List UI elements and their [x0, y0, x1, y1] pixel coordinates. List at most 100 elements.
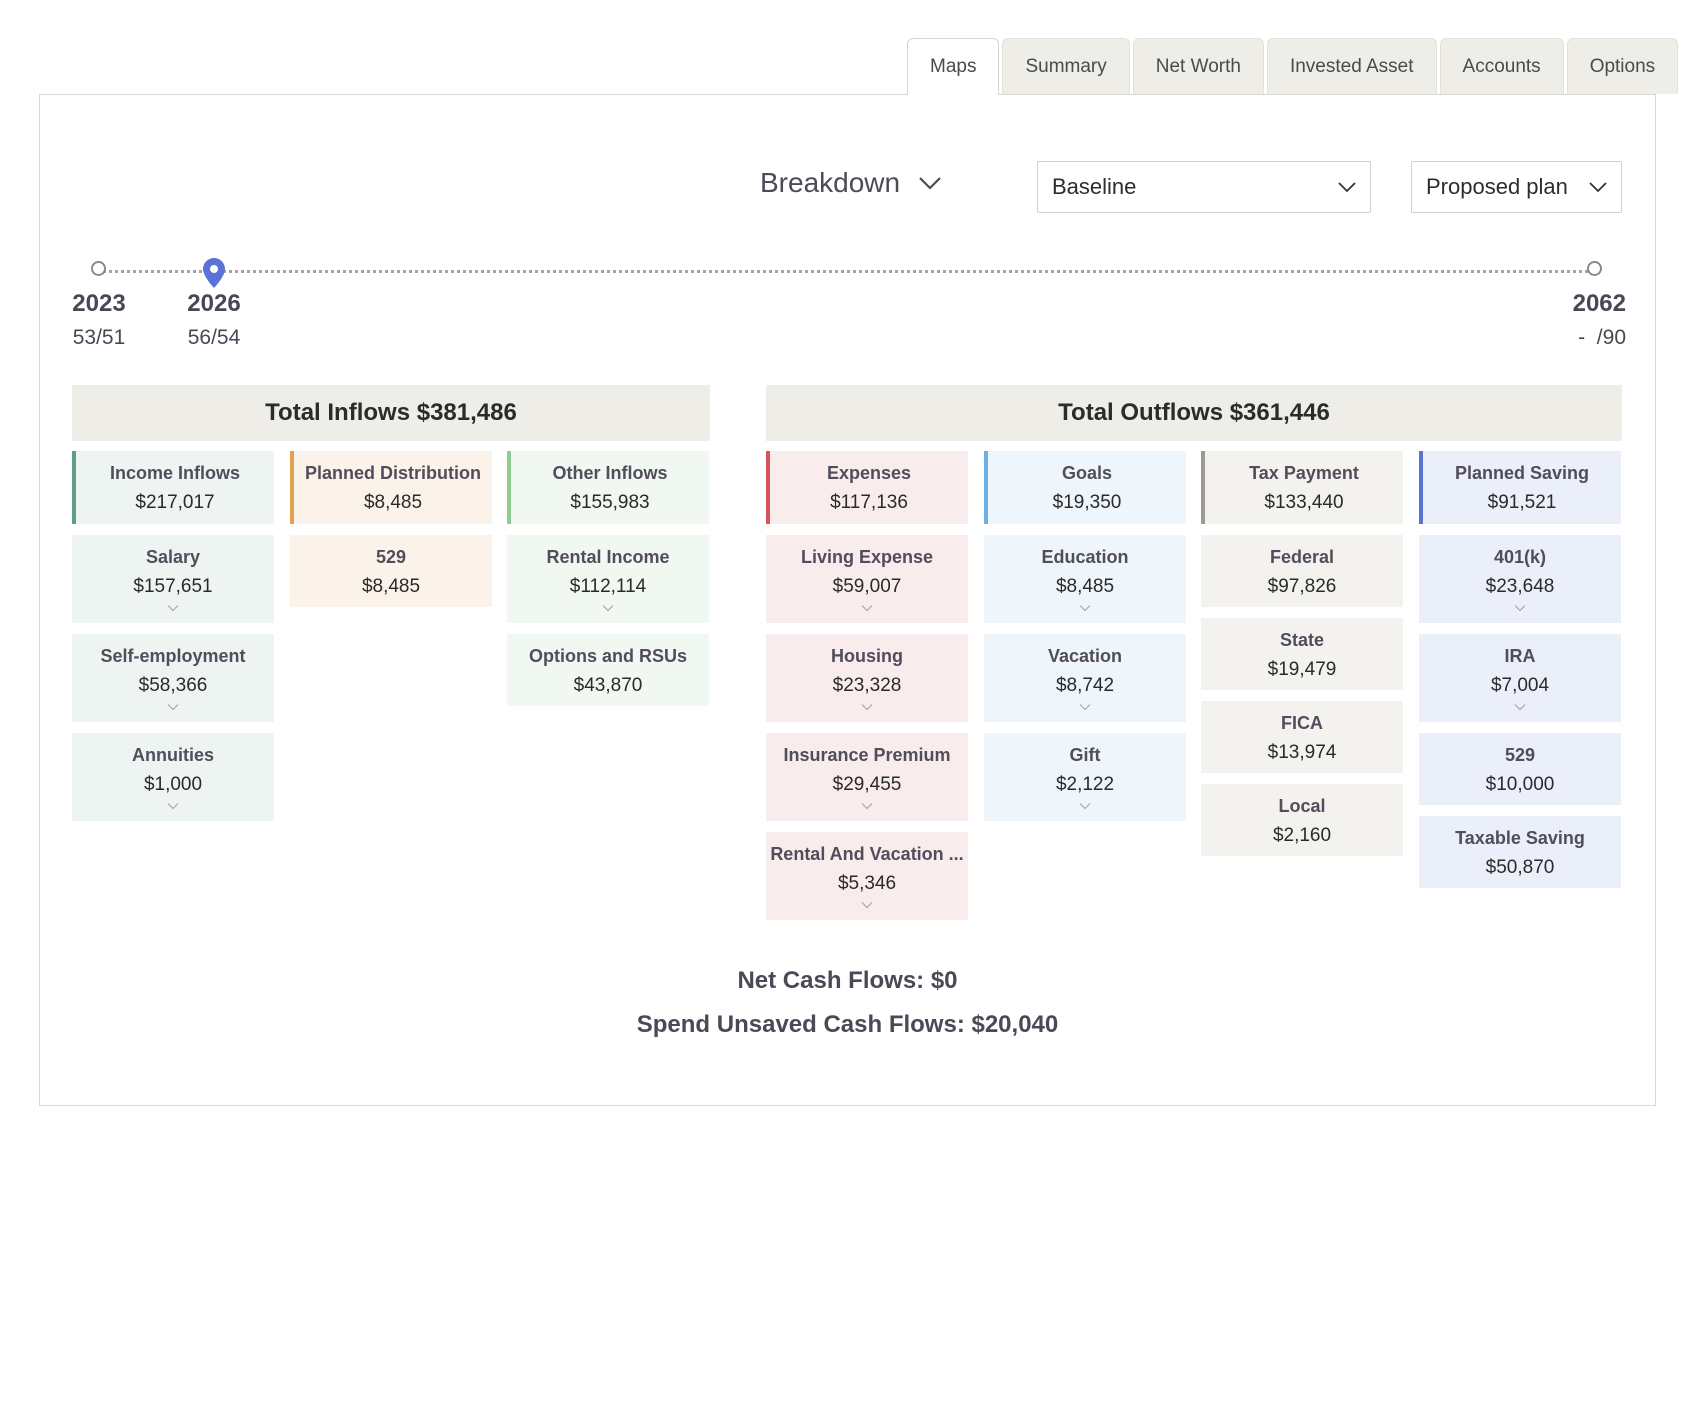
goals-column: Goals $19,350 Education $8,485 Vacation $8,74… — [984, 451, 1186, 821]
expand-chevron-icon[interactable] — [861, 901, 873, 909]
item-card-529[interactable]: 529 $8,485 — [290, 535, 492, 607]
expand-chevron-icon[interactable] — [167, 802, 179, 810]
breakdown-toggle[interactable]: Breakdown — [760, 167, 942, 199]
card-value: $43,870 — [573, 675, 643, 696]
item-card-ira[interactable]: IRA $7,004 — [1419, 634, 1621, 722]
card-value: $59,007 — [832, 576, 902, 597]
total-inflows-header: Total Inflows $381,486 — [72, 385, 710, 441]
card-label: Vacation — [1047, 646, 1123, 666]
item-card-taxable-saving[interactable]: Taxable Saving $50,870 — [1419, 816, 1621, 888]
tab-maps[interactable]: Maps — [907, 38, 1000, 95]
expand-chevron-icon[interactable] — [861, 604, 873, 612]
card-value: $19,479 — [1267, 659, 1337, 680]
card-label: Rental Income — [546, 547, 670, 567]
card-label: IRA — [1504, 646, 1536, 666]
card-value: $157,651 — [133, 576, 213, 597]
expand-chevron-icon[interactable] — [1079, 604, 1091, 612]
card-label: Gift — [1069, 745, 1101, 765]
item-card-salary[interactable]: Salary $157,651 — [72, 535, 274, 623]
item-card-state[interactable]: State $19,479 — [1201, 618, 1403, 690]
tab-options[interactable]: Options — [1566, 38, 1679, 94]
expand-chevron-icon[interactable] — [1514, 703, 1526, 711]
card-label: Expenses — [826, 463, 912, 483]
card-value: $1,000 — [143, 774, 203, 795]
expand-chevron-icon[interactable] — [861, 802, 873, 810]
item-card-gift[interactable]: Gift $2,122 — [984, 733, 1186, 821]
expand-chevron-icon[interactable] — [167, 703, 179, 711]
item-card-401-k[interactable]: 401(k) $23,648 — [1419, 535, 1621, 623]
card-value: $58,366 — [138, 675, 208, 696]
category-card-expenses[interactable]: Expenses $117,136 — [766, 451, 968, 524]
item-card-fica[interactable]: FICA $13,974 — [1201, 701, 1403, 773]
expand-chevron-icon[interactable] — [861, 703, 873, 711]
tab-net-worth[interactable]: Net Worth — [1132, 38, 1264, 94]
category-card-tax-payment[interactable]: Tax Payment $133,440 — [1201, 451, 1403, 524]
category-card-goals[interactable]: Goals $19,350 — [984, 451, 1186, 524]
card-label: Options and RSUs — [528, 646, 687, 666]
expand-chevron-icon[interactable] — [1079, 802, 1091, 810]
timeline-start-label: 2023 53/51 — [62, 290, 136, 350]
expenses-column: Expenses $117,136 Living Expense $59,007 Hou… — [766, 451, 968, 920]
card-label: 529 — [1504, 745, 1536, 765]
expand-chevron-icon[interactable] — [1079, 703, 1091, 711]
item-card-vacation[interactable]: Vacation $8,742 — [984, 634, 1186, 722]
card-label: Federal — [1269, 547, 1335, 567]
tab-accounts[interactable]: Accounts — [1439, 38, 1564, 94]
card-value: $2,122 — [1055, 774, 1115, 795]
item-card-self-employment[interactable]: Self-employment $58,366 — [72, 634, 274, 722]
item-card-529[interactable]: 529 $10,000 — [1419, 733, 1621, 805]
location-pin-icon[interactable] — [202, 257, 226, 289]
card-value: $133,440 — [1264, 492, 1344, 513]
card-label: Salary — [145, 547, 201, 567]
item-card-federal[interactable]: Federal $97,826 — [1201, 535, 1403, 607]
item-card-education[interactable]: Education $8,485 — [984, 535, 1186, 623]
tax-payment-column: Tax Payment $133,440 Federal $97,826 State $1… — [1201, 451, 1403, 856]
card-label: Tax Payment — [1249, 463, 1359, 483]
tab-summary[interactable]: Summary — [1002, 38, 1130, 94]
chevron-down-icon — [919, 177, 941, 190]
category-card-other-inflows[interactable]: Other Inflows $155,983 — [507, 451, 709, 524]
total-outflows-header: Total Outflows $361,446 — [766, 385, 1622, 441]
item-card-rental-and-vacation[interactable]: Rental And Vacation ... $5,346 — [766, 832, 968, 920]
timeline-end-dot[interactable] — [1587, 261, 1602, 276]
item-card-living-expense[interactable]: Living Expense $59,007 — [766, 535, 968, 623]
card-value: $117,136 — [830, 492, 908, 513]
card-value: $23,648 — [1485, 576, 1555, 597]
card-label: Other Inflows — [552, 463, 668, 483]
timeline-end-ages: - /90 — [1578, 326, 1626, 349]
item-card-annuities[interactable]: Annuities $1,000 — [72, 733, 274, 821]
category-card-planned-saving[interactable]: Planned Saving $91,521 — [1419, 451, 1621, 524]
timeline-track[interactable] — [98, 270, 1594, 273]
card-label: Income Inflows — [109, 463, 241, 483]
item-card-housing[interactable]: Housing $23,328 — [766, 634, 968, 722]
card-value: $112,114 — [569, 576, 647, 597]
category-card-planned-distribution[interactable]: Planned Distribution $8,485 — [290, 451, 492, 524]
card-label: Rental And Vacation ... — [770, 844, 964, 864]
card-label: Taxable Saving — [1455, 828, 1585, 848]
baseline-select-value: Baseline — [1052, 174, 1137, 199]
card-label: 529 — [375, 547, 407, 567]
item-card-rental-income[interactable]: Rental Income $112,114 — [507, 535, 709, 623]
tab-bar: Maps Summary Net Worth Invested Asset Ac… — [907, 38, 1679, 95]
timeline-end-label: 2062 - /90 — [1552, 290, 1626, 350]
category-card-income-inflows[interactable]: Income Inflows $217,017 — [72, 451, 274, 524]
card-label: Planned Distribution — [304, 463, 481, 483]
card-label: Insurance Premium — [783, 745, 951, 765]
item-card-insurance-premium[interactable]: Insurance Premium $29,455 — [766, 733, 968, 821]
baseline-select[interactable]: Baseline — [1037, 161, 1371, 213]
item-card-options-and-rsus[interactable]: Options and RSUs $43,870 — [507, 634, 709, 706]
timeline-start-dot[interactable] — [91, 261, 106, 276]
card-value: $13,974 — [1267, 742, 1337, 763]
item-card-local[interactable]: Local $2,160 — [1201, 784, 1403, 856]
card-label: Living Expense — [800, 547, 934, 567]
card-value: $155,983 — [570, 492, 650, 513]
tab-invested-asset[interactable]: Invested Asset — [1266, 38, 1437, 94]
expand-chevron-icon[interactable] — [167, 604, 179, 612]
card-label: Planned Saving — [1454, 463, 1590, 483]
proposed-plan-select[interactable]: Proposed plan — [1411, 161, 1622, 213]
chevron-down-icon — [1589, 182, 1607, 193]
card-label: Local — [1278, 796, 1326, 816]
card-label: 401(k) — [1493, 547, 1547, 567]
expand-chevron-icon[interactable] — [1514, 604, 1526, 612]
expand-chevron-icon[interactable] — [602, 604, 614, 612]
